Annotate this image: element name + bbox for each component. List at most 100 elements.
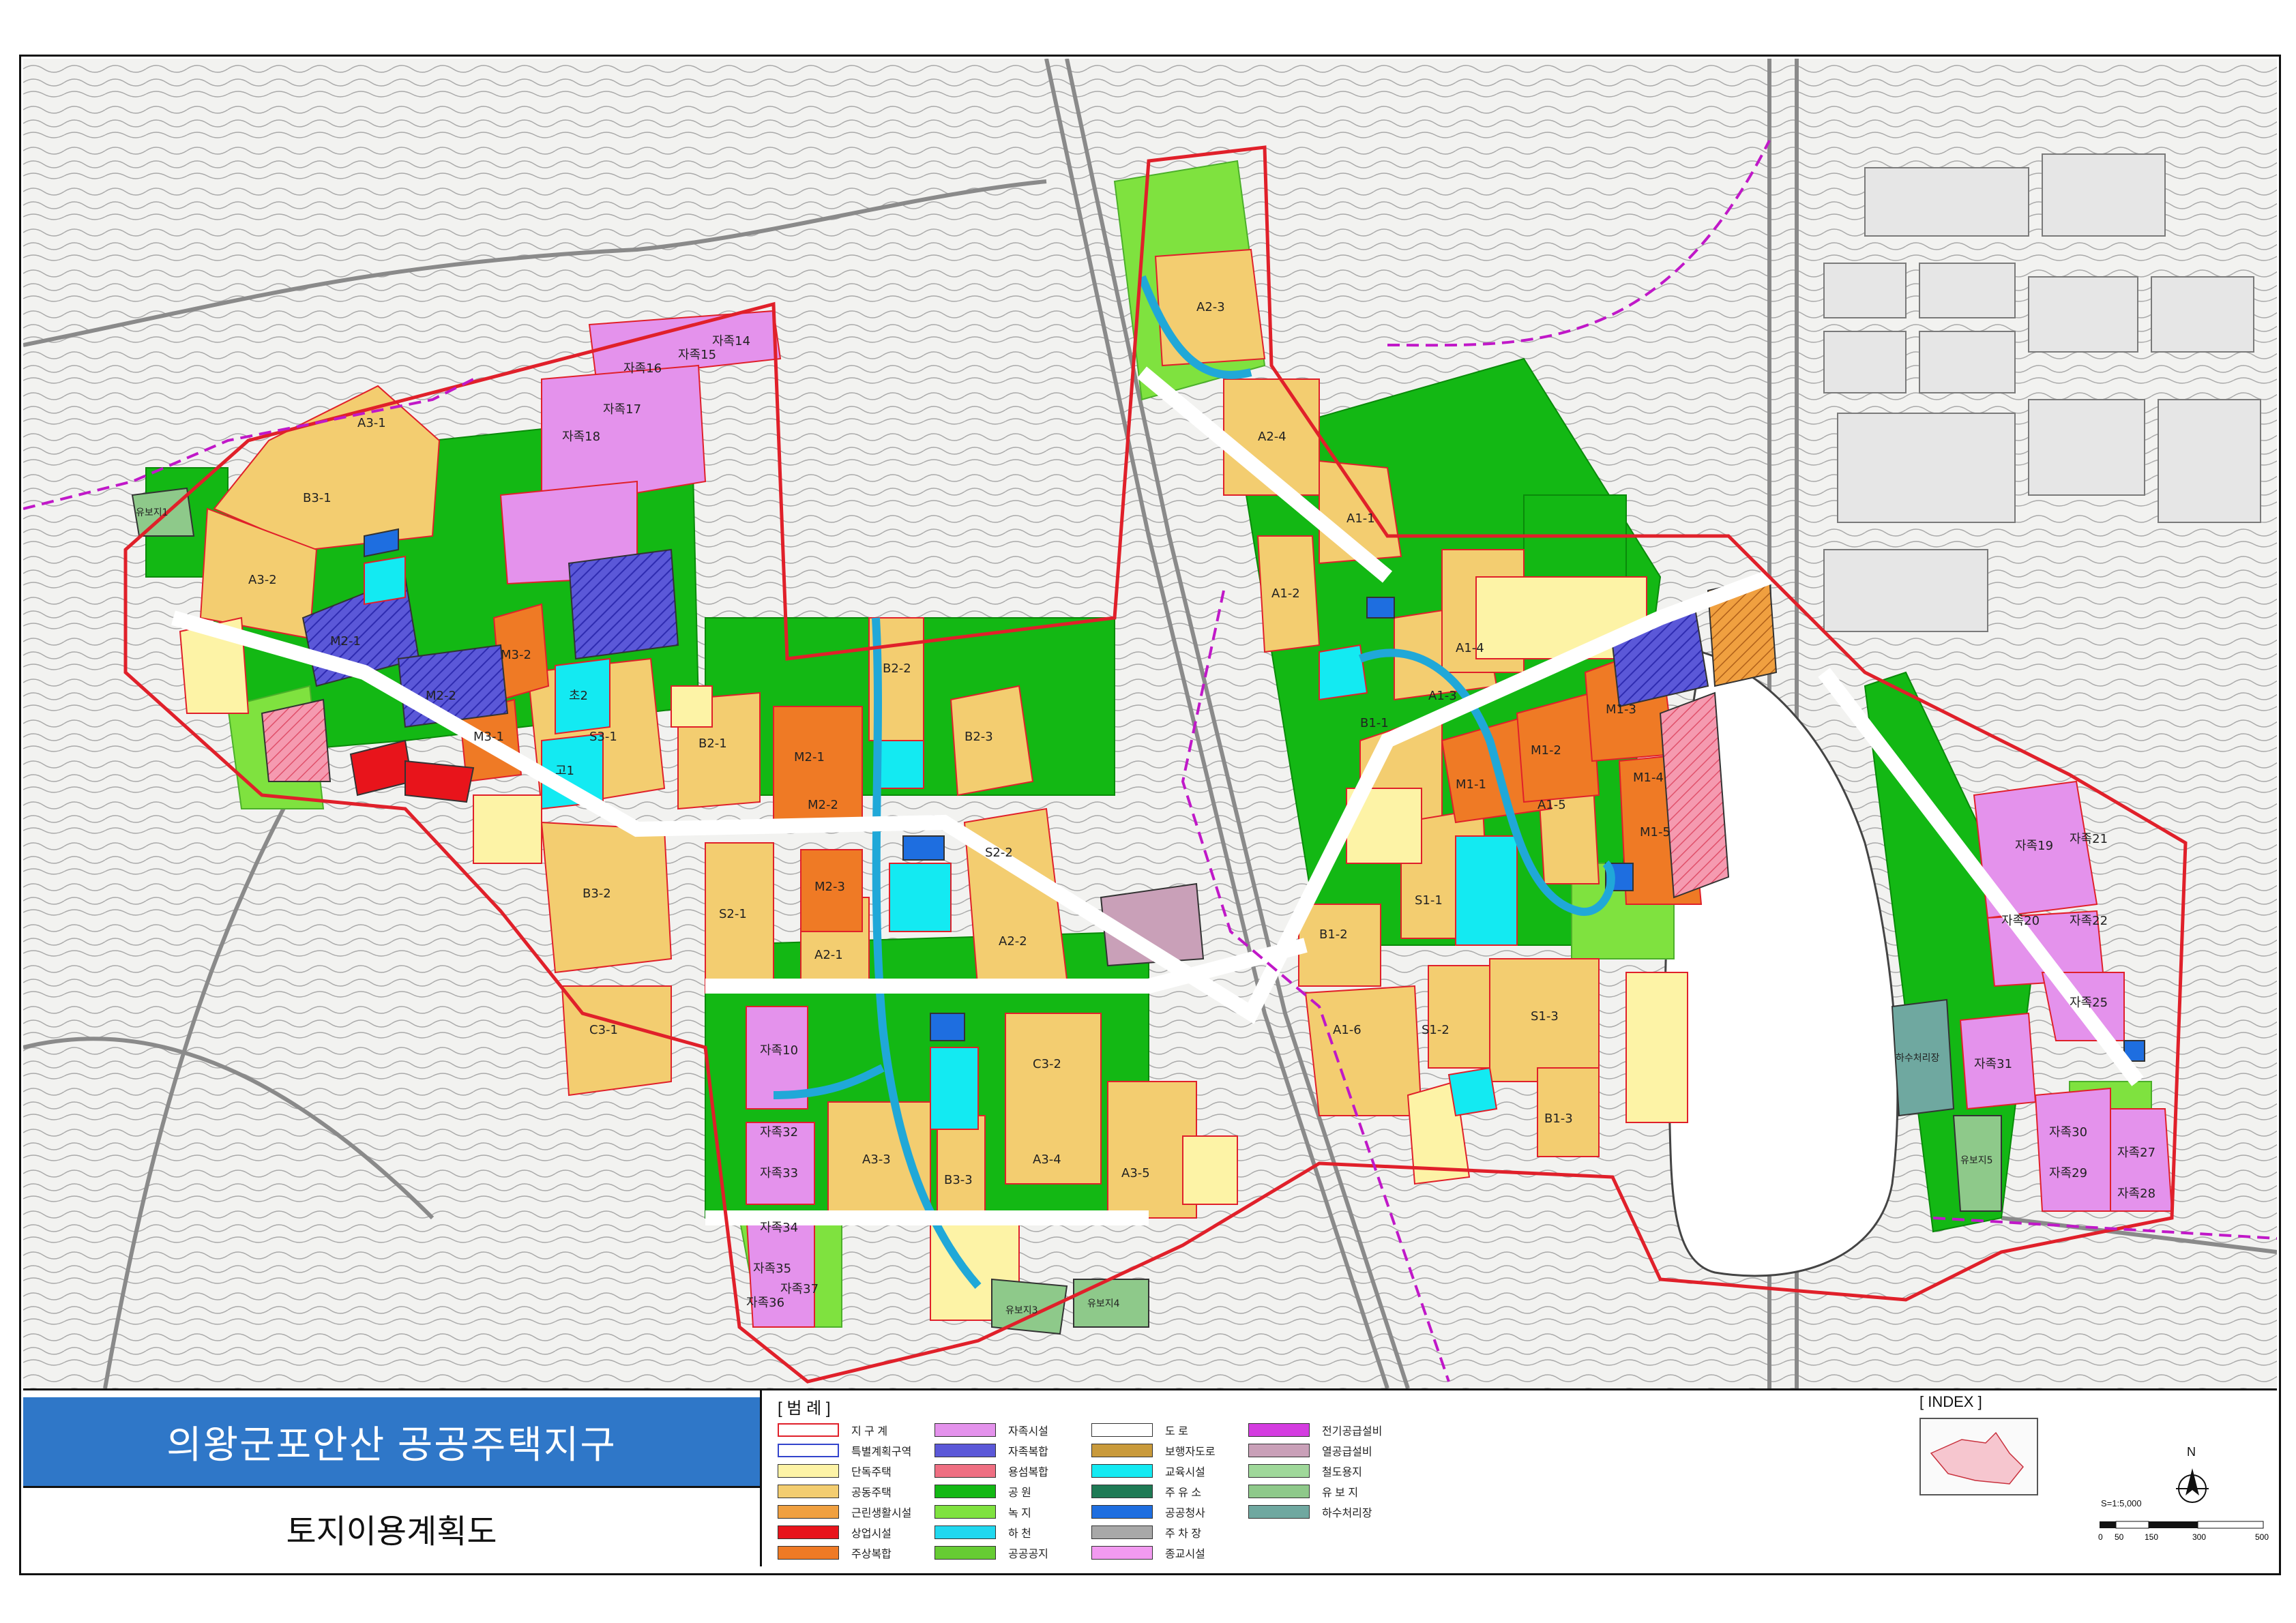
svg-text:자족36: 자족36 [746,1296,784,1310]
legend-label: 녹 지 [1008,1508,1031,1519]
legend: [ 범 례 ] 지 구 계 특별계획구역 단독주택 공동주택 근린생활시설 상업시설 주상복… [764,1390,1869,1566]
legend-label: 주 유 소 [1165,1487,1202,1499]
legend-swatch [778,1464,839,1478]
scale-tick-label: 0 [2098,1532,2103,1542]
svg-text:자족16: 자족16 [623,361,662,376]
legend-item: 보행자도로 [1091,1441,1216,1460]
legend-swatch [1091,1423,1153,1437]
legend-label: 하 천 [1008,1528,1031,1540]
svg-text:A1-1: A1-1 [1346,511,1375,526]
svg-text:B1-3: B1-3 [1544,1112,1573,1126]
svg-text:A3-2: A3-2 [248,573,277,587]
legend-title: [ 범 례 ] [778,1399,831,1418]
north-label: N [2187,1445,2196,1459]
svg-text:유보지5: 유보지5 [1960,1155,1993,1166]
legend-item: 지 구 계 [778,1420,887,1440]
svg-text:자족20: 자족20 [2001,914,2040,928]
legend-label: 교육시설 [1165,1467,1205,1478]
svg-text:자족15: 자족15 [678,348,716,362]
svg-text:자족35: 자족35 [753,1262,791,1276]
svg-text:고1: 고1 [555,764,574,778]
svg-text:자족37: 자족37 [780,1282,819,1296]
map-sheet-frame: A3-1 B3-1 A3-2 M2-1 M2-2 M3-1 M3-2 초2 고1… [19,55,2281,1575]
legend-item: 공공청사 [1091,1502,1205,1521]
index-panel: [ INDEX ] [1892,1390,2063,1520]
svg-text:자족33: 자족33 [760,1166,798,1180]
legend-swatch [778,1485,839,1498]
svg-text:유보지3: 유보지3 [1005,1305,1038,1316]
svg-text:M3-2: M3-2 [501,648,531,662]
legend-item: 철도용지 [1248,1461,1362,1480]
legend-swatch [934,1546,996,1560]
legend-label: 지 구 계 [851,1426,888,1438]
svg-text:자족22: 자족22 [2070,914,2108,928]
svg-text:B3-1: B3-1 [303,491,332,505]
svg-text:S1-3: S1-3 [1531,1009,1559,1024]
svg-text:자족32: 자족32 [760,1125,798,1140]
svg-text:S2-1: S2-1 [719,907,747,921]
svg-text:A1-5: A1-5 [1537,798,1566,812]
svg-text:자족21: 자족21 [2070,832,2108,846]
legend-swatch [1091,1485,1153,1498]
scale-tick-label: 300 [2192,1532,2207,1542]
legend-item: 근린생활시설 [778,1502,911,1521]
legend-label: 하수처리장 [1322,1508,1372,1519]
svg-text:M1-2: M1-2 [1531,743,1561,758]
svg-text:자족31: 자족31 [1974,1057,2012,1071]
legend-item: 종교시설 [1091,1543,1205,1562]
index-title: [ INDEX ] [1919,1393,1982,1410]
legend-label: 종교시설 [1165,1549,1205,1560]
legend-swatch [934,1485,996,1498]
legend-label: 주 차 장 [1165,1528,1202,1540]
svg-text:자족30: 자족30 [2049,1125,2087,1140]
legend-label: 근린생활시설 [851,1508,912,1519]
legend-label: 열공급설비 [1322,1446,1372,1458]
legend-label: 단독주택 [851,1467,892,1478]
svg-text:B2-2: B2-2 [883,661,911,676]
legend-item: 유 보 지 [1248,1482,1358,1501]
legend-item: 자족복합 [934,1441,1048,1460]
land-use-map[interactable]: A3-1 B3-1 A3-2 M2-1 M2-2 M3-1 M3-2 초2 고1… [23,59,2277,1390]
svg-text:C3-2: C3-2 [1033,1057,1061,1071]
legend-label: 공공청사 [1165,1508,1205,1519]
legend-label: 주상복합 [851,1549,892,1560]
svg-text:자족18: 자족18 [562,430,600,444]
legend-item: 주 유 소 [1091,1482,1201,1501]
legend-swatch [934,1525,996,1539]
legend-swatch [1091,1505,1153,1519]
svg-text:C3-1: C3-1 [589,1023,618,1037]
legend-item: 주 차 장 [1091,1523,1201,1542]
legend-swatch [934,1423,996,1437]
legend-swatch [934,1505,996,1519]
legend-item: 하 천 [934,1523,1031,1542]
legend-item: 용섬복합 [934,1461,1048,1480]
legend-label: 보행자도로 [1165,1446,1216,1458]
svg-text:A3-4: A3-4 [1033,1152,1061,1167]
svg-text:M1-4: M1-4 [1633,771,1664,785]
legend-swatch [1091,1464,1153,1478]
title-block: 의왕군포안산 공공주택지구 토지이용계획도 [ 범 례 ] 지 구 계 특별계획구… [23,1390,2277,1573]
svg-text:자족19: 자족19 [2015,839,2053,853]
svg-text:S3-1: S3-1 [589,730,617,744]
svg-text:M2-1: M2-1 [330,634,361,649]
legend-item: 녹 지 [934,1502,1031,1521]
legend-label: 공공공지 [1008,1549,1048,1560]
legend-label: 공 원 [1008,1487,1031,1499]
legend-item: 전기공급설비 [1248,1420,1382,1440]
svg-text:B2-1: B2-1 [698,736,727,751]
legend-swatch [1248,1423,1310,1437]
svg-text:B3-3: B3-3 [944,1173,973,1187]
legend-label: 용섬복합 [1008,1467,1048,1478]
svg-text:B1-2: B1-2 [1319,927,1348,942]
legend-swatch [778,1423,839,1437]
svg-text:A2-1: A2-1 [814,948,843,962]
legend-label: 공동주택 [851,1487,892,1499]
svg-text:A1-4: A1-4 [1456,641,1484,655]
north-arrow-icon [2172,1459,2213,1513]
svg-text:A3-3: A3-3 [862,1152,891,1167]
svg-text:S2-2: S2-2 [985,846,1013,860]
svg-text:자족25: 자족25 [2070,996,2108,1010]
svg-text:자족17: 자족17 [603,402,641,417]
legend-label: 철도용지 [1322,1467,1362,1478]
svg-text:자족34: 자족34 [760,1221,798,1235]
